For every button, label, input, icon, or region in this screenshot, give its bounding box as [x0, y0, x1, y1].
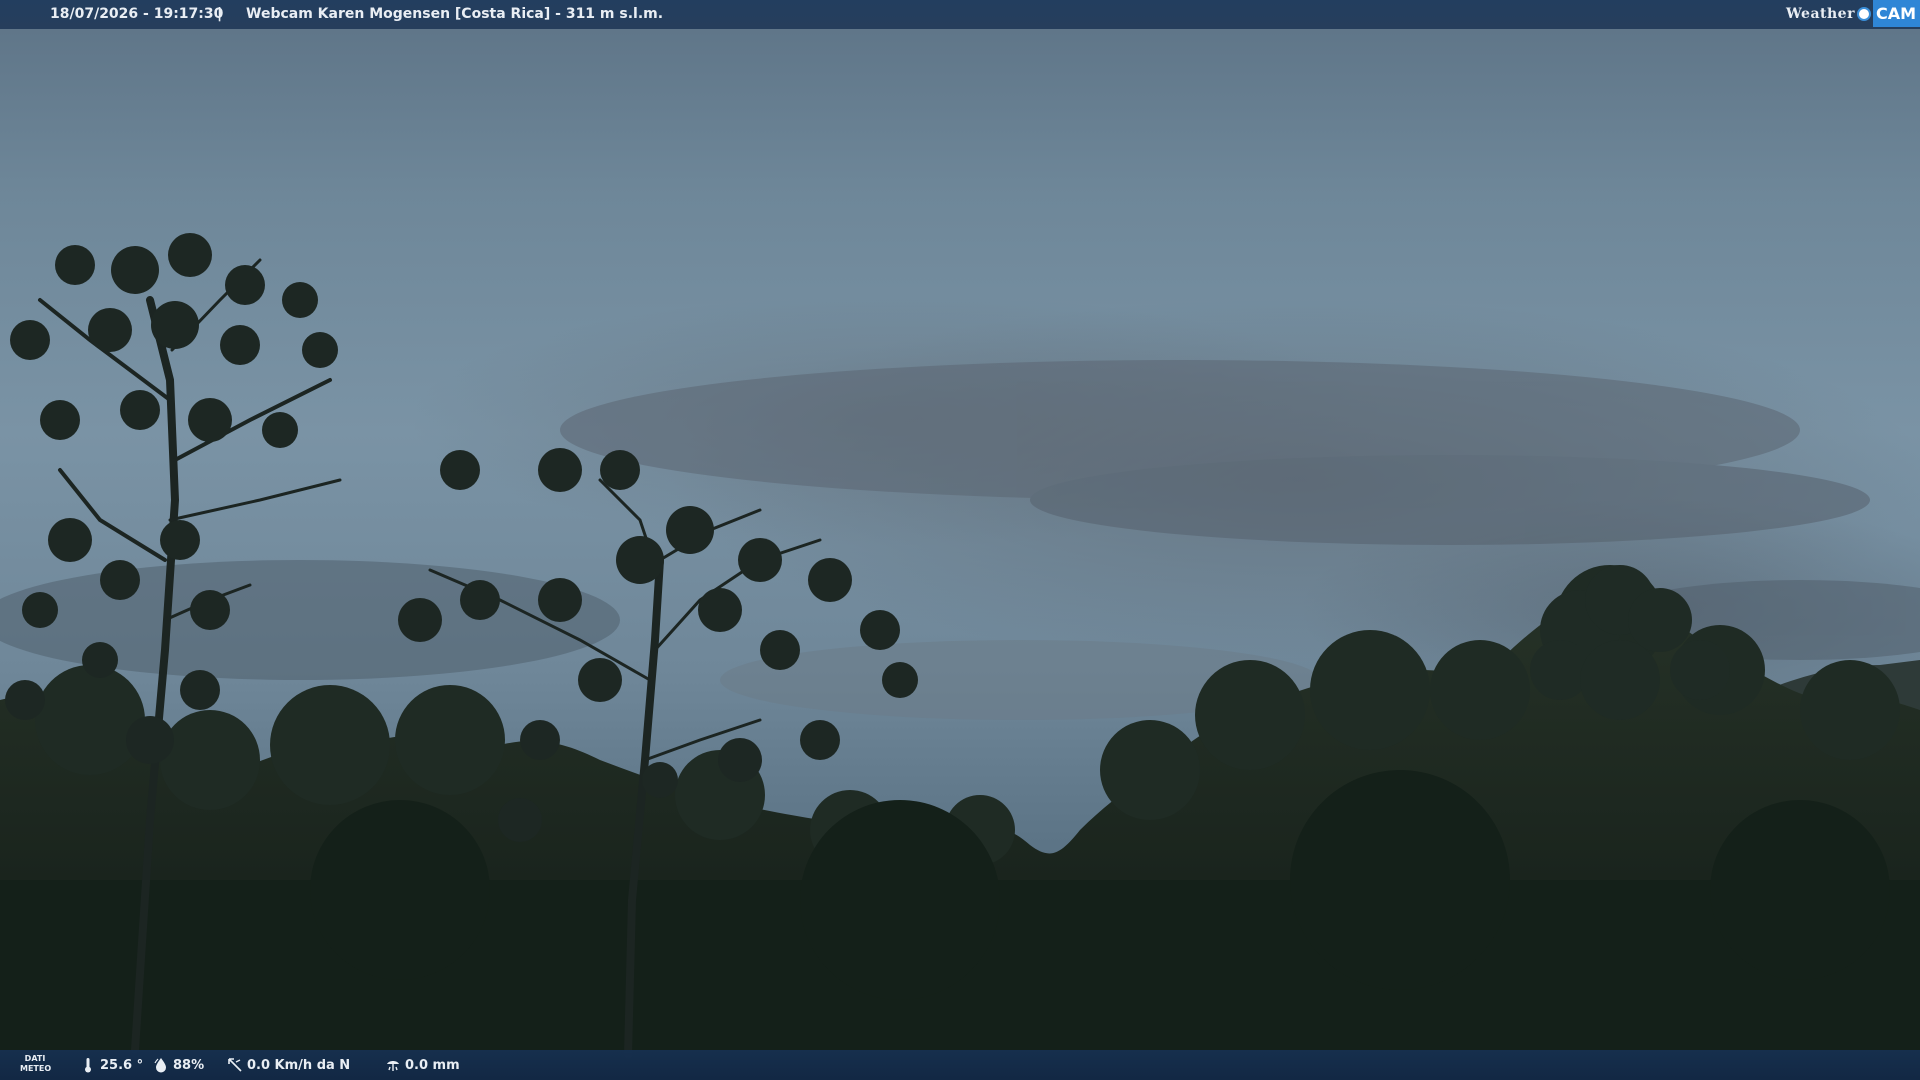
- webcam-frame: 18/07/2026 - 19:17:30 | Webcam Karen Mog…: [0, 0, 1920, 1080]
- brand-weather-text: Weather: [1785, 5, 1855, 22]
- thermometer-icon: [85, 1058, 91, 1073]
- temperature-value: 25.6 °: [100, 1057, 144, 1073]
- wind-stat: 0.0 Km/h da N: [227, 1057, 350, 1073]
- weather-data-label-line1: DATI: [24, 1054, 46, 1063]
- weather-data-label-line2: METEO: [20, 1064, 52, 1073]
- title-separator: |: [217, 6, 223, 22]
- wind-icon: [228, 1058, 242, 1072]
- weather-data-label: DATI METEO: [20, 1054, 52, 1074]
- landscape-scene: [0, 233, 1920, 1080]
- weathercam-logo: Weather CAM: [1786, 0, 1920, 27]
- humidity-value: 88%: [173, 1057, 205, 1073]
- datetime-stamp: 18/07/2026 - 19:17:30: [50, 6, 224, 22]
- top-info-bar: 18/07/2026 - 19:17:30 | Webcam Karen Mog…: [0, 0, 1920, 29]
- rain-value: 0.0 mm: [405, 1057, 460, 1073]
- brand-cam-text: CAM: [1872, 0, 1920, 27]
- humidity-icon: [154, 1058, 166, 1073]
- rain-gauge-icon: [387, 1061, 399, 1071]
- wind-value: 0.0 Km/h da N: [247, 1057, 351, 1073]
- rain-stat: 0.0 mm: [385, 1057, 460, 1073]
- camera-title: Webcam Karen Mogensen [Costa Rica] - 311…: [246, 6, 664, 22]
- weather-data-bar: DATI METEO 25.6 ° 88% 0.0 Km/h da N 0.0 …: [0, 1050, 1920, 1080]
- brand-dot-icon: [1856, 6, 1871, 21]
- humidity-stat: 88%: [153, 1057, 204, 1073]
- temperature-stat: 25.6 °: [80, 1057, 143, 1073]
